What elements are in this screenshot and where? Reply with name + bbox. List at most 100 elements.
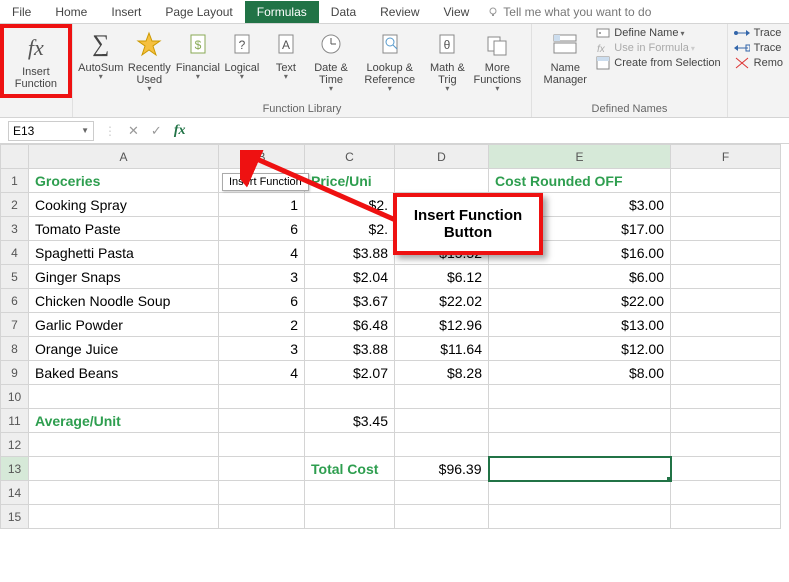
- tab-home[interactable]: Home: [43, 1, 99, 23]
- cell[interactable]: [671, 385, 781, 409]
- row-header[interactable]: 6: [1, 289, 29, 313]
- date-time-button[interactable]: Date & Time: [308, 26, 354, 95]
- cell[interactable]: $2.: [305, 217, 395, 241]
- cell[interactable]: [671, 409, 781, 433]
- cell[interactable]: [29, 457, 219, 481]
- autosum-button[interactable]: ∑ AutoSum: [79, 26, 123, 83]
- cell[interactable]: [671, 241, 781, 265]
- recently-used-button[interactable]: Recently Used: [123, 26, 176, 95]
- cell[interactable]: $6.48: [305, 313, 395, 337]
- cell[interactable]: $22.02: [395, 289, 489, 313]
- row-header[interactable]: 2: [1, 193, 29, 217]
- cell[interactable]: $6.12: [395, 265, 489, 289]
- cell[interactable]: Spaghetti Pasta: [29, 241, 219, 265]
- cell[interactable]: 3: [219, 337, 305, 361]
- cell[interactable]: [671, 193, 781, 217]
- cell[interactable]: [29, 481, 219, 505]
- cell[interactable]: $8.00: [489, 361, 671, 385]
- cell[interactable]: [219, 481, 305, 505]
- cell[interactable]: 4: [219, 361, 305, 385]
- cell[interactable]: $12.00: [489, 337, 671, 361]
- cell[interactable]: [671, 337, 781, 361]
- cell[interactable]: [489, 505, 671, 529]
- cell[interactable]: [671, 457, 781, 481]
- cell[interactable]: Tomato Paste: [29, 217, 219, 241]
- cell[interactable]: [219, 505, 305, 529]
- cell[interactable]: [671, 433, 781, 457]
- col-header-A[interactable]: A: [29, 145, 219, 169]
- cell[interactable]: 3: [219, 265, 305, 289]
- row-header[interactable]: 1: [1, 169, 29, 193]
- cell[interactable]: $3.67: [305, 289, 395, 313]
- remove-arrows-button[interactable]: Remo: [734, 56, 783, 70]
- cell[interactable]: [219, 457, 305, 481]
- cell[interactable]: $2.07: [305, 361, 395, 385]
- tab-review[interactable]: Review: [368, 1, 431, 23]
- cell[interactable]: 2: [219, 313, 305, 337]
- cell[interactable]: Groceries: [29, 169, 219, 193]
- cell[interactable]: [671, 481, 781, 505]
- cell[interactable]: [305, 433, 395, 457]
- trace-precedents-button[interactable]: Trace: [734, 26, 783, 40]
- cell[interactable]: Price/Uni: [305, 169, 395, 193]
- more-functions-button[interactable]: More Functions: [469, 26, 525, 95]
- cell[interactable]: [671, 361, 781, 385]
- tab-formulas[interactable]: Formulas: [245, 1, 319, 23]
- cell[interactable]: [395, 385, 489, 409]
- tab-data[interactable]: Data: [319, 1, 368, 23]
- row-header[interactable]: 15: [1, 505, 29, 529]
- lookup-ref-button[interactable]: Lookup & Reference: [354, 26, 425, 95]
- cell[interactable]: Cost Rounded OFF: [489, 169, 671, 193]
- cell[interactable]: Cooking Spray: [29, 193, 219, 217]
- row-header[interactable]: 5: [1, 265, 29, 289]
- enter-formula-button[interactable]: ✓: [145, 123, 168, 139]
- cell[interactable]: [29, 385, 219, 409]
- row-header[interactable]: 14: [1, 481, 29, 505]
- cell[interactable]: $3.45: [305, 409, 395, 433]
- cell[interactable]: [671, 505, 781, 529]
- cell[interactable]: 6: [219, 289, 305, 313]
- row-header[interactable]: 11: [1, 409, 29, 433]
- cell[interactable]: $8.28: [395, 361, 489, 385]
- cell[interactable]: $12.96: [395, 313, 489, 337]
- cell[interactable]: $3.88: [305, 241, 395, 265]
- cell[interactable]: $3.88: [305, 337, 395, 361]
- cell[interactable]: $6.00: [489, 265, 671, 289]
- cell[interactable]: Orange Juice: [29, 337, 219, 361]
- cell[interactable]: [671, 313, 781, 337]
- row-header[interactable]: 10: [1, 385, 29, 409]
- row-header[interactable]: 3: [1, 217, 29, 241]
- cell[interactable]: [395, 409, 489, 433]
- cell[interactable]: [489, 433, 671, 457]
- financial-button[interactable]: $ Financial: [176, 26, 220, 83]
- cell[interactable]: Ginger Snaps: [29, 265, 219, 289]
- cell[interactable]: 1: [219, 193, 305, 217]
- cell[interactable]: [671, 217, 781, 241]
- trace-dependents-button[interactable]: Trace: [734, 41, 783, 55]
- cell[interactable]: $11.64: [395, 337, 489, 361]
- row-header[interactable]: 9: [1, 361, 29, 385]
- cell[interactable]: [489, 409, 671, 433]
- cell[interactable]: $2.04: [305, 265, 395, 289]
- cell[interactable]: Chicken Noodle Soup: [29, 289, 219, 313]
- row-header[interactable]: 12: [1, 433, 29, 457]
- tab-file[interactable]: File: [0, 1, 43, 23]
- row-header[interactable]: 13: [1, 457, 29, 481]
- col-header-C[interactable]: C: [305, 145, 395, 169]
- math-trig-button[interactable]: θ Math & Trig: [425, 26, 469, 95]
- cell[interactable]: Average/Unit: [29, 409, 219, 433]
- use-in-formula-button[interactable]: fx Use in Formula▾: [596, 41, 720, 55]
- fx-formula-button[interactable]: fx: [168, 123, 192, 139]
- logical-button[interactable]: ? Logical: [220, 26, 264, 83]
- text-button[interactable]: A Text: [264, 26, 308, 83]
- cell[interactable]: [29, 505, 219, 529]
- name-manager-button[interactable]: Name Manager: [538, 26, 592, 88]
- cell[interactable]: [395, 169, 489, 193]
- cell[interactable]: [305, 481, 395, 505]
- create-from-selection-button[interactable]: Create from Selection: [596, 56, 720, 70]
- active-cell[interactable]: [489, 457, 671, 481]
- cell[interactable]: 6: [219, 217, 305, 241]
- define-name-button[interactable]: Define Name▾: [596, 26, 720, 40]
- cancel-formula-button[interactable]: ✕: [122, 123, 145, 139]
- cell[interactable]: [395, 481, 489, 505]
